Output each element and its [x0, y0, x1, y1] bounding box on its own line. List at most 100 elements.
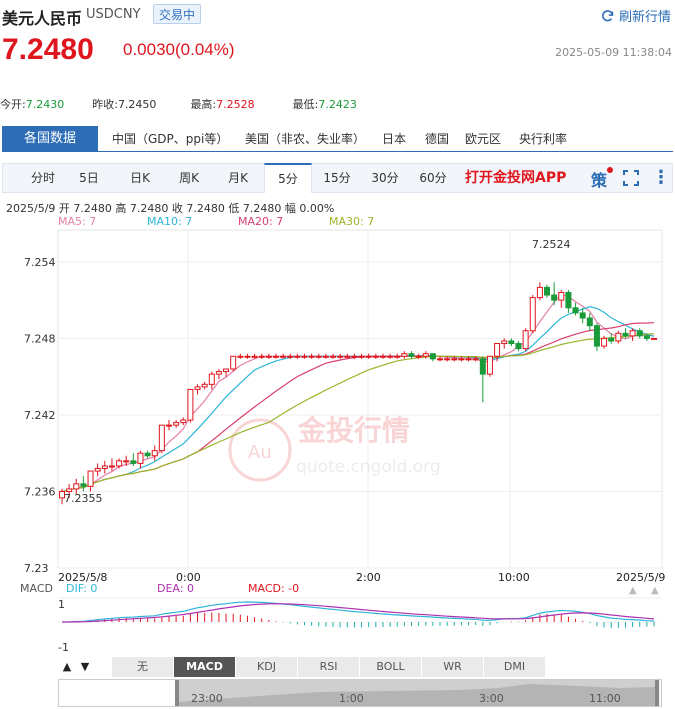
indicator-dmi[interactable]: DMI [484, 657, 546, 677]
tab-country-data[interactable]: 各国数据 [2, 126, 98, 152]
candle [394, 353, 401, 359]
macd-dif: DIF: 0 [66, 582, 97, 595]
y-tick-label: 7.23 [24, 562, 49, 575]
candle [429, 353, 436, 362]
candle-info: 2025/5/9 开 7.2480 高 7.2480 收 7.2480 低 7.… [6, 202, 335, 215]
chart-grid [57, 229, 663, 569]
indicator-none[interactable]: 无 [112, 657, 174, 677]
trading-status-badge: 交易中 [153, 4, 202, 24]
macd-y-bottom: -1 [58, 641, 69, 654]
candle [408, 351, 415, 359]
quote-stats: 今开:7.2430 昨收:7.2450 最高:7.2528 最低:7.2423 [0, 96, 379, 112]
quote-header: 美元人民币 USDCNY 交易中 刷新行情 [0, 0, 675, 30]
candle [101, 460, 108, 474]
refresh-button[interactable]: 刷新行情 [601, 6, 671, 25]
indicator-kdj[interactable]: KDJ [236, 657, 298, 677]
period-daily-k[interactable]: 日K [119, 164, 161, 192]
candlestick-chart[interactable]: Au 金投行情 quote.cngold.org 7.254 7.248 7.242… [0, 228, 675, 673]
instrument-code: USDCNY [86, 7, 141, 22]
candle [151, 445, 158, 461]
period-60min[interactable]: 60分 [411, 164, 455, 192]
candle [515, 340, 522, 352]
period-monthly-k[interactable]: 月K [216, 164, 260, 192]
macd-dif-line [61, 601, 655, 623]
macd-panel: MACD DIF: 0 DEA: 0 MACD: -0 1 -1 ▲ ▲ [20, 582, 662, 654]
period-weekly-k[interactable]: 周K [167, 164, 211, 192]
tab-japan[interactable]: 日本 [382, 126, 406, 152]
navigator-right-handle[interactable] [655, 680, 659, 706]
high-annotation: 7.2524 [532, 238, 571, 251]
more-options-icon[interactable]: ⋮ [652, 167, 670, 188]
macd-value: MACD: -0 [248, 582, 299, 595]
candle [529, 295, 536, 334]
tab-germany[interactable]: 德国 [425, 126, 449, 152]
candle [116, 458, 123, 469]
period-5min[interactable]: 5分 [264, 163, 312, 193]
tab-china[interactable]: 中国（GDP、ppi等） [112, 126, 228, 152]
candle [308, 353, 315, 359]
indicator-arrows: ▲ ▼ [58, 657, 112, 677]
nav-label-1: 23:00 [191, 692, 223, 705]
candle [180, 417, 187, 426]
period-5day[interactable]: 5日 [69, 164, 109, 192]
tab-usa[interactable]: 美国（非农、失业率） [245, 126, 365, 152]
candle [337, 353, 344, 359]
candle [544, 284, 551, 298]
navigator-left-handle[interactable] [175, 680, 179, 706]
macd-y-top: 1 [58, 598, 65, 611]
period-timeshare[interactable]: 分时 [21, 164, 65, 192]
strategy-icon[interactable]: 策 [591, 167, 607, 191]
navigator-area: 23:00 1:00 3:00 11:00 [59, 680, 659, 706]
candle [137, 450, 144, 469]
indicator-down-button[interactable]: ▼ [76, 657, 94, 677]
tab-central-bank-rate[interactable]: 央行利率 [519, 126, 567, 152]
quote-timestamp: 2025-05-09 11:38:04 [555, 46, 672, 59]
candle [551, 282, 558, 306]
candle [379, 353, 386, 359]
range-navigator[interactable]: 23:00 1:00 3:00 11:00 [58, 679, 662, 707]
candle [301, 353, 308, 359]
candle [387, 353, 394, 359]
nav-label-4: 11:00 [589, 692, 621, 705]
instrument-name: 美元人民币 [2, 9, 83, 28]
period-30min[interactable]: 30分 [363, 164, 407, 192]
candle [258, 353, 265, 359]
period-15min[interactable]: 15分 [315, 164, 359, 192]
indicator-rsi[interactable]: RSI [298, 657, 360, 677]
stat-high: 最高:7.2528 [190, 98, 255, 111]
indicator-wr[interactable]: WR [422, 657, 484, 677]
watermark: Au 金投行情 quote.cngold.org [228, 414, 441, 482]
ma10-legend: MA10: 7 [147, 215, 193, 228]
candle [272, 353, 279, 359]
y-tick-label: 7.254 [24, 256, 56, 269]
candle [586, 312, 593, 331]
candle [165, 420, 172, 431]
stat-low: 最低:7.2423 [292, 98, 357, 111]
open-app-link[interactable]: 打开金投网APP [465, 164, 566, 192]
indicator-macd[interactable]: MACD [174, 657, 236, 677]
macd-down-icon[interactable]: ▲ [651, 585, 659, 596]
stat-open: 今开:7.2430 [0, 98, 65, 111]
y-tick-label: 7.248 [24, 332, 56, 345]
indicator-up-button[interactable]: ▲ [58, 657, 76, 677]
x-tick-label: 2025/5/9 [616, 571, 665, 584]
candle [522, 328, 529, 352]
nav-label-2: 1:00 [339, 692, 364, 705]
candle [208, 371, 215, 390]
fullscreen-icon[interactable] [622, 169, 640, 187]
tab-eurozone[interactable]: 欧元区 [465, 126, 501, 152]
candle [401, 351, 408, 359]
macd-up-icon[interactable]: ▲ [629, 585, 637, 596]
candle [265, 353, 272, 359]
plot-frame [57, 229, 663, 569]
candle [230, 355, 237, 372]
candle [501, 338, 508, 349]
y-tick-label: 7.242 [24, 409, 56, 422]
refresh-label: 刷新行情 [618, 10, 671, 25]
candle [322, 353, 329, 359]
indicator-boll[interactable]: BOLL [360, 657, 422, 677]
candle [593, 323, 600, 352]
candle [108, 458, 115, 472]
macd-dea-line [62, 603, 655, 623]
candle [615, 330, 622, 344]
